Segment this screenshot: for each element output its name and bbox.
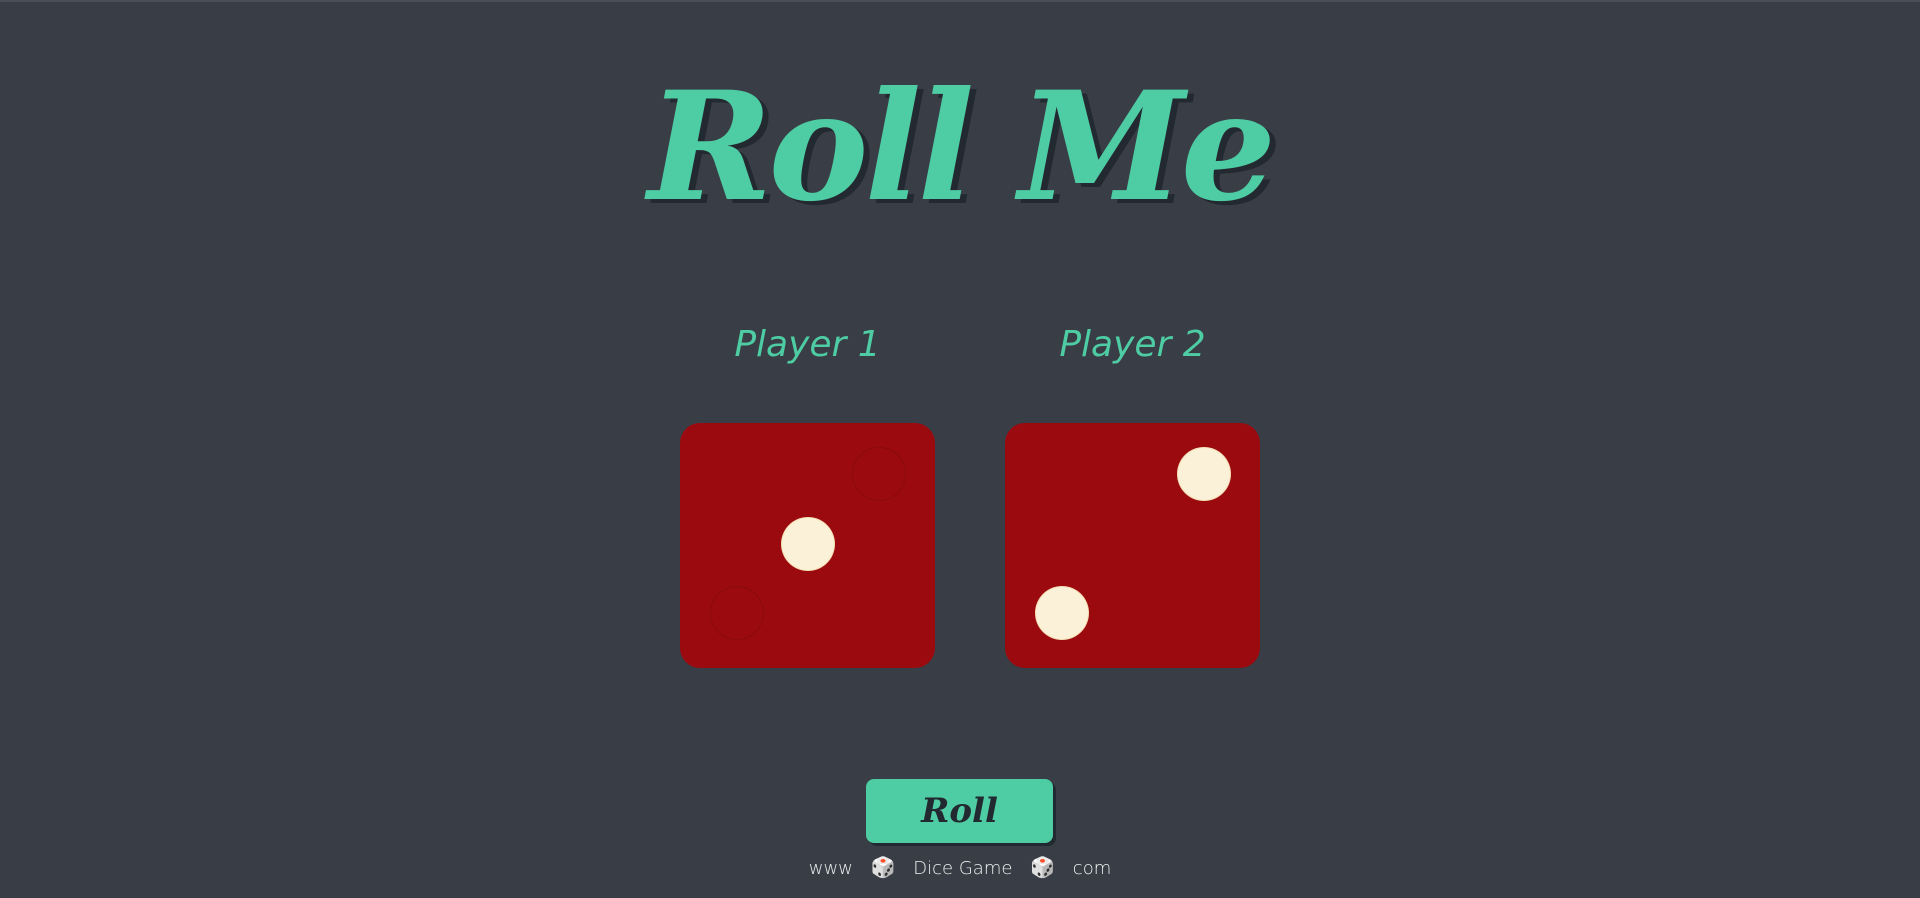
footer: www 🎲 Dice Game 🎲 com — [0, 854, 1920, 882]
die-pip-inactive — [853, 448, 905, 500]
dice-icon: 🎲 — [870, 855, 896, 879]
player-2-label: Player 2 — [1059, 324, 1206, 365]
die-pip — [782, 518, 834, 570]
footer-text-com: com — [1072, 858, 1112, 879]
die-pip — [1036, 587, 1088, 639]
page-title: Roll Me — [647, 59, 1276, 235]
player-1-die — [680, 423, 935, 668]
dice-icon: 🎲 — [1030, 855, 1056, 879]
player-1-label: Player 1 — [734, 324, 881, 365]
die-pip — [1178, 448, 1230, 500]
roll-button[interactable]: Roll — [866, 779, 1053, 843]
player-2-die — [1005, 423, 1260, 668]
footer-text-www: www — [808, 858, 853, 879]
footer-text-dice-game: Dice Game — [913, 858, 1013, 879]
die-pip-inactive — [711, 587, 763, 639]
